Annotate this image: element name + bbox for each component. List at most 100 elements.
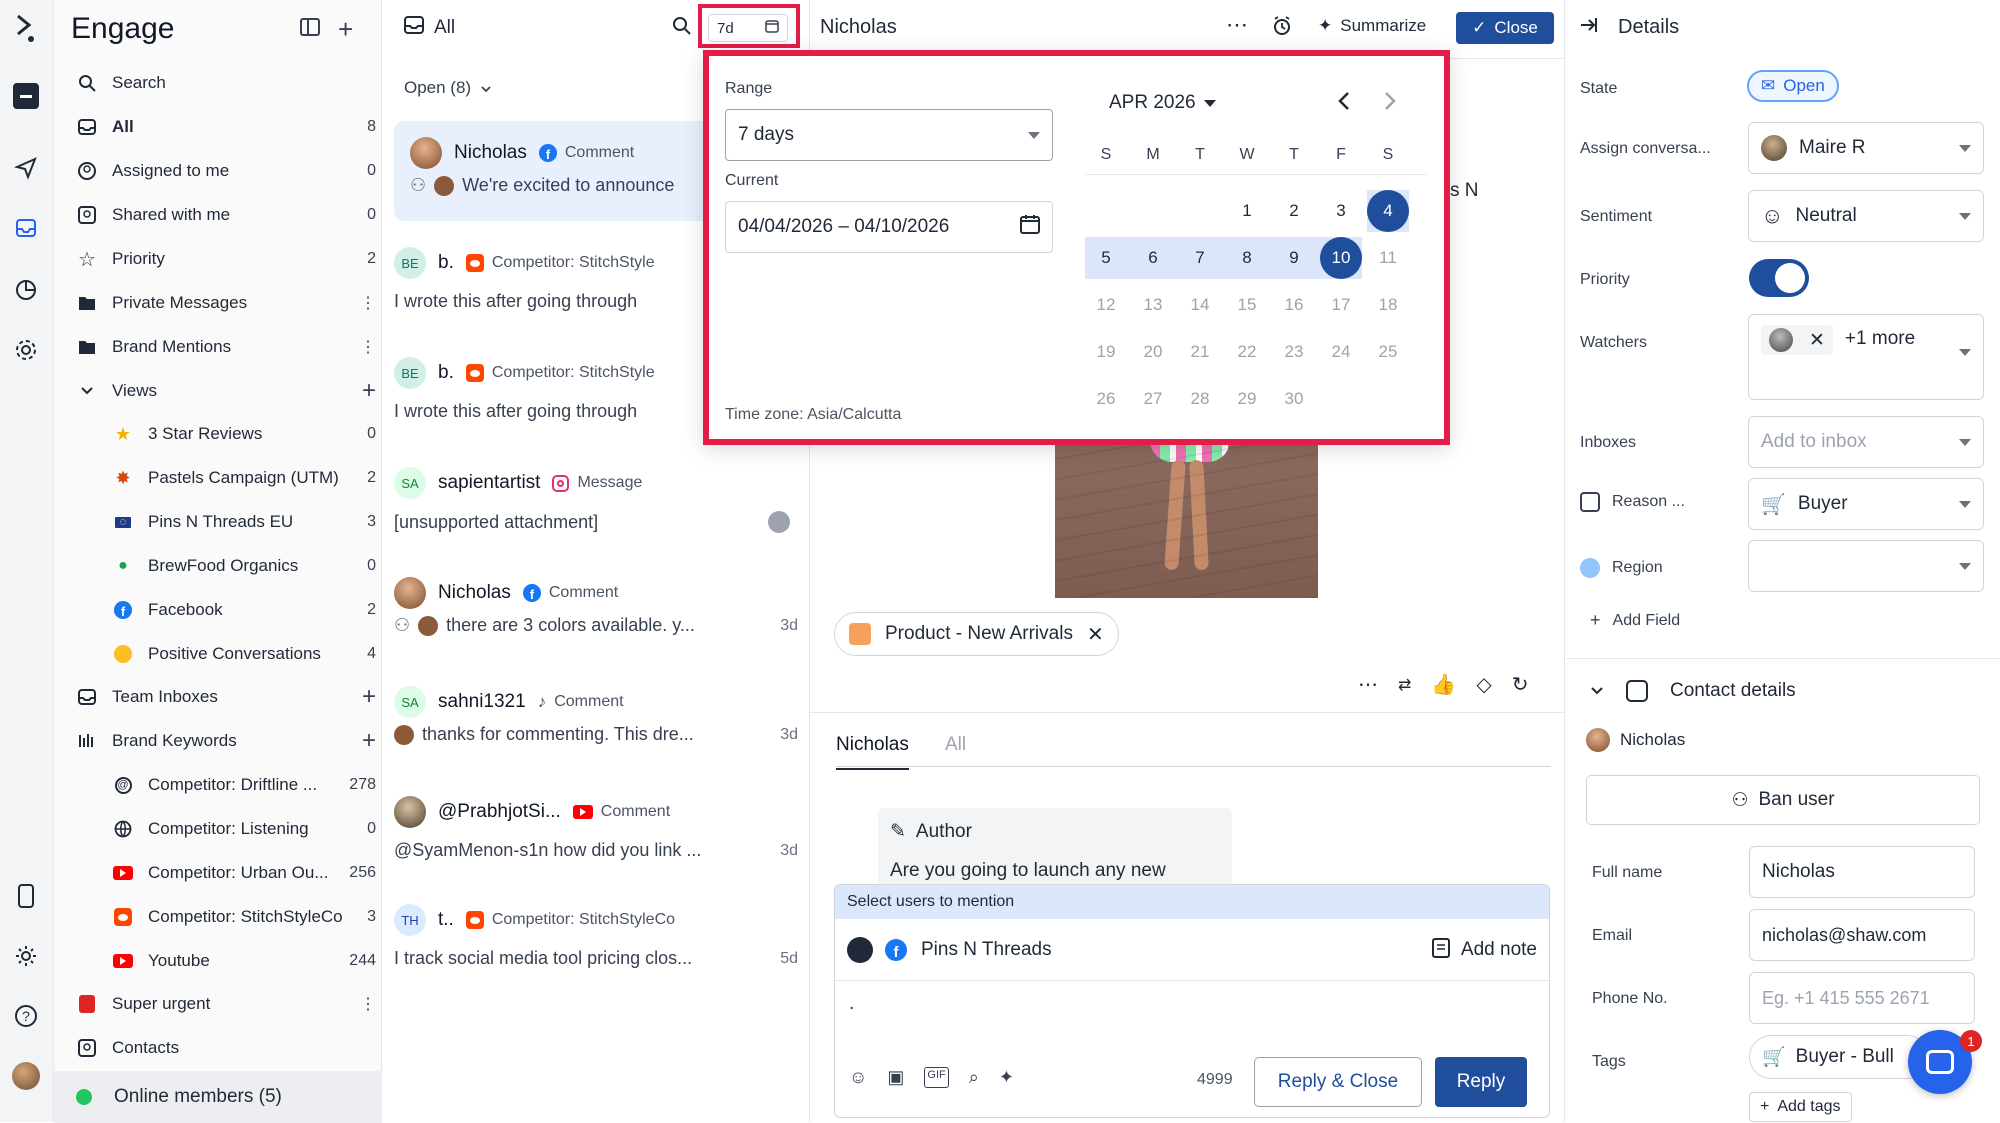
product-tag[interactable]: Product - New Arrivals ✕ [834, 612, 1119, 656]
logo-icon[interactable] [8, 10, 44, 46]
current-range-input[interactable]: 04/04/2026 – 04/10/2026 [725, 201, 1053, 253]
nav-view-item[interactable]: Pins N Threads EU 3 [112, 502, 376, 542]
layout-toggle-icon[interactable] [299, 16, 321, 43]
calendar-day[interactable]: 24 [1320, 331, 1362, 373]
nav-item-assigned[interactable]: Assigned to me 0 [76, 151, 376, 191]
priority-toggle[interactable] [1749, 259, 1809, 297]
conversation-item[interactable]: SA sahni1321 ♪ Comment thanks for comment… [394, 686, 798, 745]
nav-team-inboxes[interactable]: Team Inboxes + [76, 677, 376, 717]
conversation-item[interactable]: Nicholas f Comment ⚇ there are 3 colors a… [394, 577, 798, 636]
online-members[interactable]: Online members (5) [54, 1071, 382, 1123]
calendar-day[interactable]: 25 [1367, 331, 1409, 373]
calendar-day[interactable]: 6 [1132, 237, 1174, 279]
nav-keyword-item[interactable]: Competitor: Listening 0 [112, 809, 376, 849]
add-tags-button[interactable]: + Add tags [1749, 1092, 1852, 1122]
close-icon[interactable]: ✕ [1087, 622, 1104, 647]
post-image[interactable] [1055, 440, 1318, 598]
reply-close-button[interactable]: Reply & Close [1254, 1057, 1422, 1107]
calendar-day[interactable]: 16 [1273, 284, 1315, 326]
open-filter[interactable]: Open (8) [404, 78, 491, 98]
calendar-day[interactable]: 22 [1226, 331, 1268, 373]
calendar-day[interactable]: 28 [1179, 378, 1221, 420]
nav-keyword-item[interactable]: Competitor: Urban Ou... 256 [112, 853, 376, 893]
calendar-day[interactable]: 2 [1273, 190, 1315, 232]
conversation-item[interactable]: TH t.. Competitor: StitchStyleCo I track… [394, 904, 798, 969]
more-icon[interactable]: ⋮ [344, 337, 376, 357]
phone-field[interactable]: Eg. +1 415 555 2671 [1749, 972, 1975, 1024]
close-button[interactable]: ✓ Close [1456, 12, 1554, 44]
inbox-tray-icon[interactable] [8, 78, 44, 114]
add-note-button[interactable]: Add note [1461, 939, 1537, 961]
calendar-day[interactable]: 15 [1226, 284, 1268, 326]
tag-icon[interactable]: ◇ [1476, 672, 1491, 697]
nav-search[interactable]: Search [76, 63, 376, 103]
calendar-day[interactable]: 17 [1320, 284, 1362, 326]
tag-chip[interactable]: 🛒 Buyer - Bull [1749, 1035, 1929, 1079]
search-media-icon[interactable]: ⌕ [969, 1067, 979, 1088]
calendar-day[interactable]: 19 [1085, 331, 1127, 373]
calendar-day[interactable]: 23 [1273, 331, 1315, 373]
add-team-inbox-icon[interactable]: + [344, 683, 376, 711]
assign-select[interactable]: Maire R [1748, 122, 1984, 174]
summarize-button[interactable]: ✦ Summarize [1318, 16, 1426, 36]
prev-month-icon[interactable] [1337, 90, 1351, 118]
sentiment-select[interactable]: ☺ Neutral [1748, 190, 1984, 242]
nav-brand-keywords[interactable]: Brand Keywords + [76, 721, 376, 761]
conversation-item[interactable]: @PrabhjotSi... Comment @SyamMenon-s1n ho… [394, 796, 798, 861]
nav-keyword-item[interactable]: Youtube 244 [112, 941, 376, 981]
calendar-day[interactable]: 4 [1367, 190, 1409, 232]
add-icon[interactable]: + [338, 14, 353, 45]
like-icon[interactable]: 👍 [1431, 672, 1456, 697]
nav-contacts[interactable]: Contacts [76, 1028, 376, 1068]
date-range-chip[interactable]: 7d [708, 14, 788, 42]
calendar-day[interactable]: 20 [1132, 331, 1174, 373]
nav-view-item[interactable]: f Facebook 2 [112, 590, 376, 630]
calendar-day[interactable]: 14 [1179, 284, 1221, 326]
nav-super-urgent[interactable]: Super urgent ⋮ [76, 984, 376, 1024]
brightness-icon[interactable] [8, 938, 44, 974]
retweet-icon[interactable]: ↻ [1512, 672, 1529, 697]
inbox-icon[interactable] [8, 210, 44, 246]
details-header[interactable]: Details [1580, 16, 1679, 39]
calendar-icon[interactable] [1020, 214, 1040, 240]
image-icon[interactable]: ▣ [887, 1067, 904, 1088]
full-name-field[interactable]: Nicholas [1749, 846, 1975, 898]
search-icon[interactable] [672, 16, 692, 41]
ai-sparkle-icon[interactable]: ✦ [999, 1067, 1014, 1088]
gif-icon[interactable]: GIF [924, 1067, 949, 1088]
nav-view-item[interactable]: Positive Conversations 4 [112, 634, 376, 674]
calendar-day[interactable]: 3 [1320, 190, 1362, 232]
calendar-day[interactable]: 7 [1179, 237, 1221, 279]
filter-all[interactable]: All [404, 16, 455, 39]
user-avatar[interactable] [8, 1058, 44, 1094]
calendar-day[interactable]: 18 [1367, 284, 1409, 326]
nav-view-item[interactable]: ● BrewFood Organics 0 [112, 546, 376, 586]
reason-select[interactable]: 🛒 Buyer [1748, 478, 1984, 530]
contact-details-header[interactable]: Contact details [1590, 680, 1796, 702]
nav-item-shared[interactable]: Shared with me 0 [76, 195, 376, 235]
calendar-day[interactable]: 10 [1320, 237, 1362, 279]
nav-view-item[interactable]: ★ 3 Star Reviews 0 [112, 414, 376, 454]
mention-bar[interactable]: Select users to mention [835, 885, 1549, 919]
tab-all[interactable]: All [945, 734, 966, 756]
calendar-day[interactable]: 1 [1226, 190, 1268, 232]
next-month-icon[interactable] [1383, 90, 1397, 118]
tab-nicholas[interactable]: Nicholas [836, 734, 909, 770]
region-select[interactable] [1748, 540, 1984, 592]
nav-item-private-messages[interactable]: Private Messages ⋮ [76, 283, 376, 323]
nav-view-item[interactable]: ✸ Pastels Campaign (UTM) 2 [112, 458, 376, 498]
nav-item-priority[interactable]: ☆ Priority 2 [76, 239, 376, 279]
inboxes-select[interactable]: Add to inbox [1748, 416, 1984, 468]
range-select[interactable]: 7 days [725, 109, 1053, 161]
more-icon[interactable]: ⋮ [344, 994, 376, 1014]
help-icon[interactable]: ? [8, 998, 44, 1034]
send-icon[interactable] [8, 150, 44, 186]
close-icon[interactable]: ✕ [1809, 329, 1825, 352]
state-badge[interactable]: ✉ Open [1747, 70, 1839, 102]
email-field[interactable]: nicholas@shaw.com [1749, 909, 1975, 961]
nav-item-all[interactable]: All 8 [76, 107, 376, 147]
nav-item-views[interactable]: Views + [76, 371, 376, 411]
calendar-day[interactable]: 8 [1226, 237, 1268, 279]
calendar-day[interactable]: 30 [1273, 378, 1315, 420]
add-field-button[interactable]: + Add Field [1590, 610, 1680, 631]
